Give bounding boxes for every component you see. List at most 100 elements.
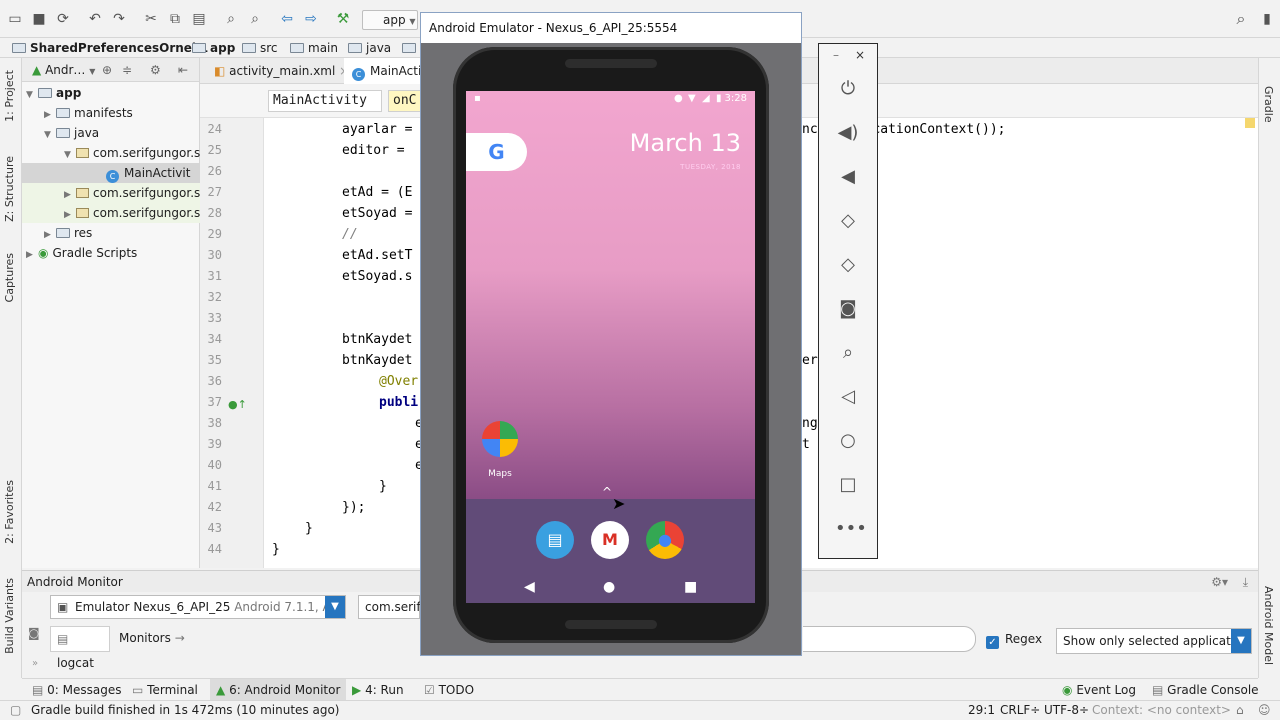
panel-toggle-icon[interactable]: ▢	[10, 701, 21, 720]
nav-back-icon[interactable]: ◀	[524, 579, 535, 595]
breadcrumb-app[interactable]: app	[192, 40, 235, 56]
logcat-filter-select[interactable]: Show only selected application ▼	[1056, 628, 1252, 654]
code-line[interactable]: etSoyad.s	[342, 269, 412, 290]
close-icon[interactable]: ×	[855, 48, 865, 62]
overview-icon[interactable]: □	[835, 472, 861, 498]
code-line[interactable]: //	[342, 227, 358, 248]
zoom-icon[interactable]: ⌕	[835, 340, 861, 366]
status-message[interactable]: Gradle build finished in 1s 472ms (10 mi…	[31, 701, 340, 720]
tool-button-event-log[interactable]: ◉ Event Log	[1062, 679, 1136, 701]
breadcrumb-project[interactable]: SharedPreferencesOrnek1	[12, 40, 208, 56]
power-icon[interactable]: ⏻	[835, 76, 861, 102]
tree-item-mainactivity[interactable]: C MainActivit	[22, 163, 200, 183]
code-fragment[interactable]: ng	[802, 416, 818, 437]
code-line[interactable]: }	[272, 542, 280, 563]
tree-item-java[interactable]: ▼ java	[44, 123, 99, 143]
more-icon[interactable]: ▮	[1258, 10, 1276, 28]
override-marker-icon[interactable]: ●↑	[228, 398, 247, 411]
home-icon[interactable]: ○	[835, 428, 861, 454]
code-line[interactable]: btnKaydet	[342, 332, 412, 353]
undo-icon[interactable]: ↶	[86, 10, 104, 28]
code-line[interactable]: etAd.setT	[342, 248, 412, 269]
maps-app-icon[interactable]	[482, 421, 518, 457]
code-line[interactable]: ayarlar =	[342, 122, 412, 143]
breadcrumb-next[interactable]	[402, 40, 420, 56]
cut-icon[interactable]: ✂	[142, 10, 160, 28]
line-separator[interactable]: CRLF÷	[1000, 701, 1040, 720]
tab-monitors[interactable]: Monitors →	[113, 626, 188, 652]
tool-tab-android-model[interactable]: Android Model	[1262, 586, 1275, 665]
code-line[interactable]: btnKaydet	[342, 353, 412, 374]
inspector-icon[interactable]: ☺	[1258, 701, 1271, 720]
lock-icon[interactable]: ⌂	[1236, 701, 1244, 720]
tree-item-app[interactable]: ▼ app	[26, 83, 81, 103]
tree-item-gradle-scripts[interactable]: ▶ ◉ Gradle Scripts	[26, 243, 137, 263]
tree-item-package-test[interactable]: ▶ com.serifgungor.s	[22, 203, 200, 223]
replace-icon[interactable]: ⌕	[246, 10, 264, 28]
gmail-icon[interactable]: M	[591, 521, 629, 559]
tool-tab-captures[interactable]: Captures	[3, 253, 16, 302]
breadcrumb-main[interactable]: main	[290, 40, 338, 56]
hide-panel-icon[interactable]: ⤓	[1243, 571, 1248, 593]
tool-button-run[interactable]: ▶ 4: Run	[352, 679, 404, 701]
warning-marker[interactable]	[1245, 118, 1255, 128]
tool-tab-build-variants[interactable]: Build Variants	[3, 578, 16, 654]
open-folder-icon[interactable]: ▭	[6, 10, 24, 28]
search-everywhere-icon[interactable]: ⌕	[1232, 10, 1250, 28]
tool-button-android-monitor[interactable]: ▲ 6: Android Monitor	[210, 679, 347, 701]
code-fragment[interactable]: er	[802, 353, 818, 374]
back-icon[interactable]: ◁	[835, 384, 861, 410]
date-widget[interactable]: March 13	[630, 129, 741, 157]
paste-icon[interactable]: ▤	[190, 10, 208, 28]
rotate-right-icon[interactable]: ◇	[835, 252, 861, 278]
tool-tab-gradle[interactable]: Gradle	[1262, 86, 1275, 123]
collapse-icon[interactable]: ≑	[122, 58, 132, 82]
code-line[interactable]: }	[379, 479, 387, 500]
breadcrumb-class[interactable]: MainActivity	[268, 90, 382, 112]
code-line[interactable]: publi	[379, 395, 418, 416]
back-icon[interactable]: ⇦	[278, 10, 296, 28]
sync-icon[interactable]: ⟳	[54, 10, 72, 28]
code-line[interactable]: }	[305, 521, 313, 542]
settings-gear-icon[interactable]: ⚙▾	[1211, 571, 1228, 593]
file-encoding[interactable]: UTF-8÷	[1044, 701, 1089, 720]
tool-button-terminal[interactable]: ▭ Terminal	[132, 679, 198, 701]
volume-up-icon[interactable]: ◀)	[835, 120, 861, 146]
tool-tab-favorites[interactable]: 2: Favorites	[3, 480, 16, 544]
more-icon[interactable]: •••	[835, 516, 867, 542]
context-indicator[interactable]: Context: <no context>	[1092, 701, 1231, 720]
code-line[interactable]: etAd = (E	[342, 185, 412, 206]
camera-icon[interactable]: ◙	[835, 296, 861, 322]
expand-icon[interactable]: »	[32, 658, 38, 669]
tool-button-gradle-console[interactable]: ▤ Gradle Console	[1152, 679, 1259, 701]
screenshot-icon[interactable]: ◙	[28, 626, 40, 640]
run-config-select[interactable]: app ▼	[362, 10, 418, 30]
messages-icon[interactable]: ▤	[536, 521, 574, 559]
forward-icon[interactable]: ⇨	[302, 10, 320, 28]
code-line[interactable]: });	[342, 500, 365, 521]
tree-item-package[interactable]: ▼ com.serifgungor.s	[64, 143, 200, 163]
emulator-title-bar[interactable]: Android Emulator - Nexus_6_API_25:5554	[421, 13, 801, 43]
tool-tab-project[interactable]: 1: Project	[3, 70, 16, 122]
tree-item-manifests[interactable]: ▶ manifests	[44, 103, 133, 123]
rotate-left-icon[interactable]: ◇	[835, 208, 861, 234]
breadcrumb-src[interactable]: src	[242, 40, 278, 56]
device-select[interactable]: ▣ Emulator Nexus_6_API_25 Android 7.1.1,…	[50, 595, 346, 636]
project-view-select[interactable]: Andr…	[45, 63, 85, 77]
chrome-icon[interactable]: ●	[646, 521, 684, 559]
copy-icon[interactable]: ⧉	[166, 10, 184, 28]
tool-button-messages[interactable]: ▤ 0: Messages	[32, 679, 122, 701]
logcat-search-input[interactable]	[803, 626, 976, 652]
nav-recents-icon[interactable]: ■	[684, 579, 697, 595]
nav-home-icon[interactable]: ●	[603, 579, 615, 595]
hide-panel-icon[interactable]: ⇤	[178, 58, 188, 82]
tab-activity-main-xml[interactable]: ◧ activity_main.xml ×	[206, 58, 357, 84]
process-select[interactable]: com.serifg	[358, 595, 428, 619]
tool-button-todo[interactable]: ☑ TODO	[424, 679, 474, 701]
code-line[interactable]: etSoyad =	[342, 206, 412, 227]
find-icon[interactable]: ⌕	[222, 10, 240, 28]
save-icon[interactable]: ■	[30, 10, 48, 28]
tab-logcat[interactable]: ▤ logcat	[50, 626, 110, 670]
google-search-widget[interactable]: G	[466, 133, 527, 171]
minimize-icon[interactable]: –	[833, 48, 839, 62]
